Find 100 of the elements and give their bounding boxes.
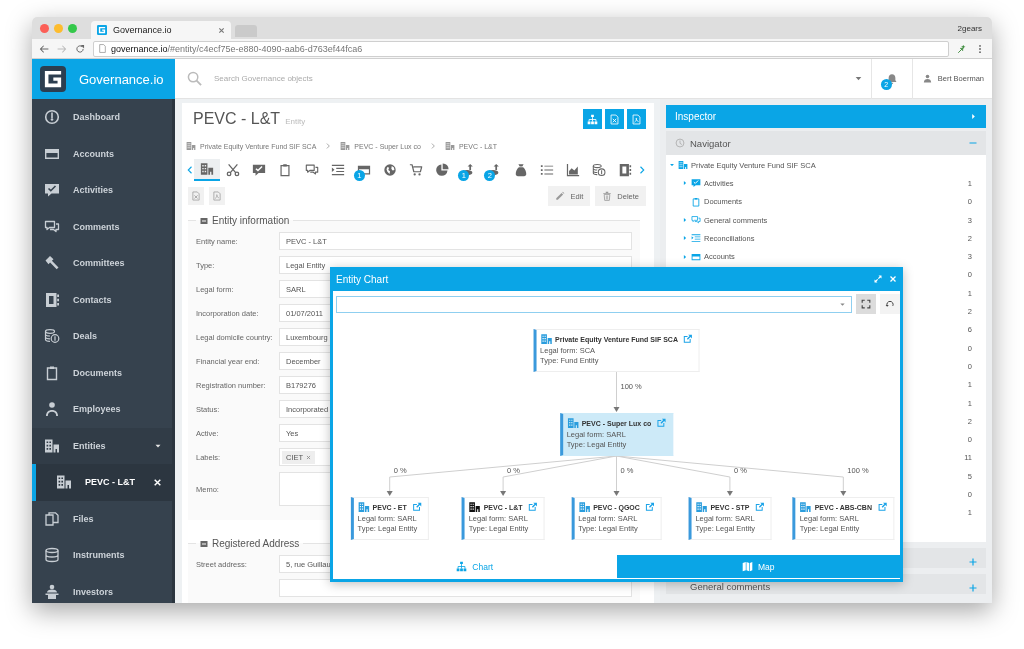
logo-icon (97, 25, 107, 35)
sidebar-item[interactable]: Entities (32, 427, 172, 464)
panel-title: General comments (690, 580, 771, 592)
document-icon (212, 191, 222, 201)
clipboard-icon (44, 364, 60, 381)
coins-icon (591, 163, 606, 177)
close-window-button[interactable] (40, 23, 49, 33)
building-icon (200, 162, 215, 176)
section-title: Entity information (212, 215, 290, 226)
chevron-right-icon[interactable] (638, 165, 647, 175)
page-title: PEVC - L&T (193, 110, 281, 128)
toolbar-tab[interactable] (194, 159, 221, 181)
indent-list-icon (330, 163, 345, 177)
expand-icon[interactable] (874, 275, 882, 283)
building-icon (44, 437, 60, 454)
checked-chat-icon (44, 182, 60, 199)
sidebar-item[interactable]: Contacts (32, 281, 172, 318)
panel-title: Navigator (690, 137, 731, 149)
page-icon (98, 44, 107, 53)
coins-icon (44, 328, 60, 345)
back-icon[interactable] (39, 43, 49, 54)
browser-tab[interactable]: Governance.io (91, 21, 231, 39)
building-icon (340, 141, 351, 151)
address-field[interactable]: governance.io/#entity/c4ecf75e-e880-4090-aab6-d763ef44fca6 (93, 40, 949, 57)
sidebar-item[interactable]: Files (32, 500, 172, 537)
panel-title: Inspector (675, 111, 717, 122)
hammer-icon (44, 255, 60, 272)
sidebar-item[interactable]: Dashboard (32, 99, 172, 136)
collapse-icon[interactable] (200, 216, 208, 225)
caret-icon (839, 300, 846, 308)
caret-icon[interactable] (853, 74, 863, 83)
navigator-header[interactable]: Navigator (666, 131, 986, 155)
contact-book-icon (618, 163, 633, 177)
clock-icon (675, 138, 685, 148)
chevron-right-icon (325, 143, 332, 149)
org-chart-icon (587, 113, 598, 125)
pdf-export-button[interactable] (209, 187, 225, 205)
external-link-icon[interactable] (644, 502, 655, 512)
external-link-icon[interactable] (656, 418, 667, 428)
excel-export-button[interactable] (188, 187, 204, 205)
dropdown-field[interactable] (336, 295, 852, 313)
extension-icon[interactable] (957, 43, 967, 54)
external-link-icon[interactable] (754, 502, 765, 512)
pie-chart-icon (435, 163, 450, 177)
excel-export-button[interactable] (605, 109, 624, 129)
chat-bubbles-icon (304, 163, 319, 177)
scissors-icon (226, 163, 241, 177)
sidebar-item[interactable]: Documents (32, 354, 172, 391)
external-link-icon[interactable] (411, 502, 422, 512)
x-document-icon (191, 191, 201, 201)
person-with-box-icon (44, 583, 60, 600)
reload-icon[interactable] (75, 43, 85, 54)
sidebar-item[interactable]: Deals (32, 318, 172, 355)
connector (613, 371, 620, 412)
forward-icon[interactable] (57, 43, 67, 54)
person-icon (44, 401, 60, 418)
user-icon (922, 74, 932, 83)
sidebar-item[interactable]: Investors (32, 573, 172, 603)
cart-icon (409, 163, 424, 177)
sidebar-item[interactable]: Activities (32, 172, 172, 209)
chat-bubbles-icon (44, 218, 60, 235)
fit-view-icon (861, 299, 871, 309)
contact-book-icon (44, 291, 60, 308)
sidebar-item[interactable]: Comments (32, 208, 172, 245)
building-icon (444, 141, 455, 151)
checked-chat-icon (691, 178, 701, 189)
sidebar-item[interactable]: PEVC - L&T (32, 464, 172, 501)
undo-icon (885, 299, 895, 309)
external-link-icon[interactable] (527, 502, 538, 512)
sidebar-item[interactable]: Committees (32, 245, 172, 282)
sidebar-item[interactable]: Accounts (32, 135, 172, 172)
app-name: Governance.io (79, 71, 164, 87)
checked-chat-icon (252, 163, 267, 177)
external-link-icon[interactable] (876, 502, 887, 512)
external-link-icon[interactable] (682, 334, 693, 344)
fit-button[interactable] (856, 294, 876, 314)
trash-icon (602, 191, 613, 201)
profile-name: 2gears (957, 23, 983, 33)
money-bag-icon (513, 163, 528, 177)
collapse-icon[interactable] (200, 539, 208, 548)
building-icon (186, 141, 196, 151)
chevron-left-icon[interactable] (186, 165, 194, 175)
zoom-window-button[interactable] (68, 23, 77, 33)
document-icon (631, 113, 642, 125)
clipboard-icon (691, 196, 701, 207)
page-subtitle: Entity (285, 117, 306, 126)
pdf-export-button[interactable] (627, 109, 646, 129)
search-field[interactable]: Search Governance objects (212, 73, 854, 84)
sidebar-item[interactable]: Instruments (32, 537, 172, 574)
org-chart-button[interactable] (583, 109, 602, 129)
undo-button[interactable] (880, 294, 900, 314)
list-icon (539, 163, 554, 177)
area-chart-icon (565, 163, 580, 177)
sidebar-item[interactable]: Employees (32, 391, 172, 428)
dialog-title: Entity Chart (336, 273, 389, 285)
pencil-icon (555, 191, 566, 201)
org-chart-icon (456, 561, 468, 572)
gauge-icon (44, 109, 60, 126)
map-icon (741, 561, 753, 572)
chevron-right-icon (429, 143, 436, 149)
